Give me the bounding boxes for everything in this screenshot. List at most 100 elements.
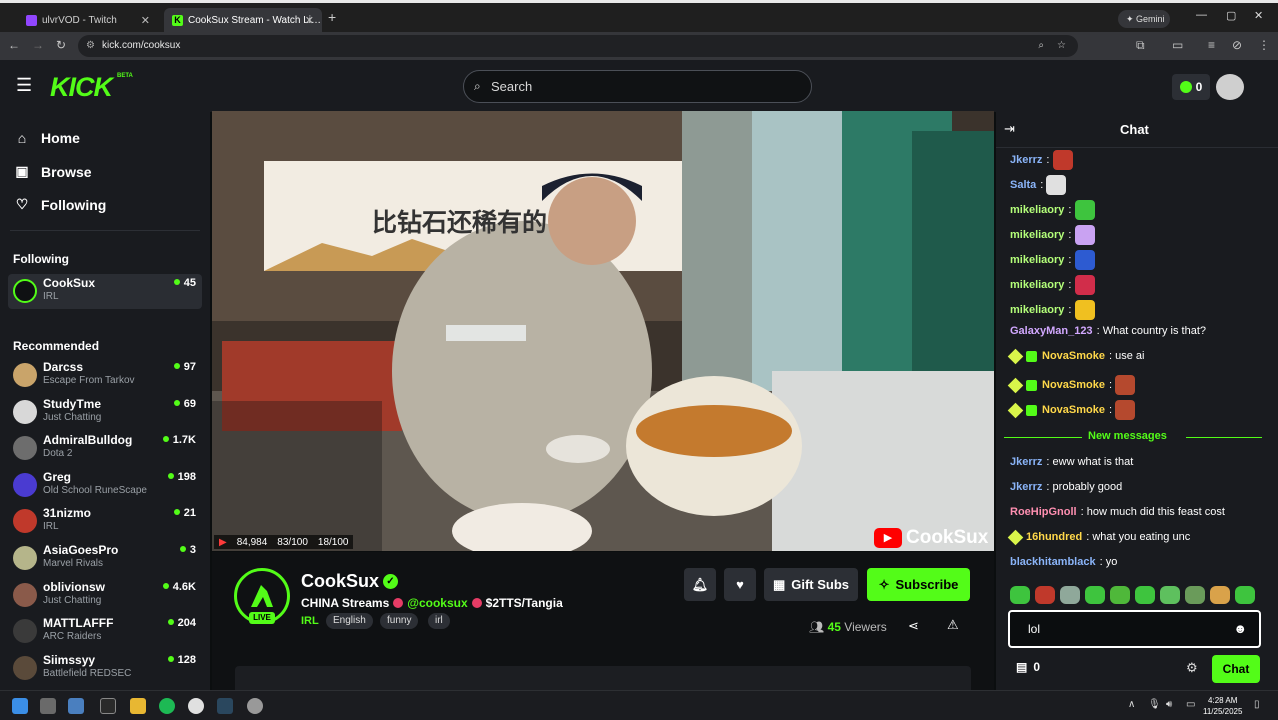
sidebar-channel[interactable]: AdmiralBulldog Dota 2 1.7K [8, 431, 202, 466]
url-field[interactable]: ⚙ kick.com/cooksux ⌕ ☆ [78, 35, 1078, 57]
chat-username[interactable]: mikeliaory [1010, 304, 1064, 316]
menu-dots-icon[interactable]: ⋮ [1258, 38, 1270, 52]
volume-icon[interactable]: 🔊︎ [1166, 699, 1172, 710]
minimize-icon[interactable]: — [1196, 9, 1207, 21]
report-warning-icon[interactable]: ⚠ [947, 617, 959, 633]
nav-following[interactable]: ♡ Following [14, 196, 107, 213]
emote-icon[interactable] [1210, 586, 1230, 604]
profile-icon[interactable]: ⊘ [1232, 38, 1242, 52]
nav-home[interactable]: ⌂ Home [14, 130, 80, 146]
task-view-icon[interactable] [40, 698, 56, 714]
file-explorer-icon[interactable] [130, 698, 146, 714]
maximize-icon[interactable]: ▢ [1226, 9, 1236, 22]
chat-username[interactable]: mikeliaory [1010, 229, 1064, 241]
windows-start-icon[interactable] [12, 698, 28, 714]
zoom-icon[interactable]: ⌕ [1038, 35, 1044, 57]
spotify-icon[interactable] [159, 698, 175, 714]
chat-username[interactable]: NovaSmoke [1042, 379, 1105, 391]
browser-tab-active[interactable]: K CookSux Stream - Watch Li… ✕ [164, 8, 322, 32]
chat-username[interactable]: mikeliaory [1010, 204, 1064, 216]
sidebar-channel[interactable]: Darcss Escape From Tarkov 97 [8, 358, 202, 393]
emote-icon[interactable] [1060, 586, 1080, 604]
search-input[interactable]: ⌕ Search [463, 70, 812, 103]
gift-subs-button[interactable]: ▦ Gift Subs [764, 568, 858, 601]
chat-username[interactable]: 16hundred [1026, 531, 1082, 543]
emote-icon[interactable] [1135, 586, 1155, 604]
close-window-icon[interactable]: ✕ [1254, 9, 1263, 22]
notification-bell-button[interactable]: 🔔︎ [684, 568, 716, 601]
media-icon[interactable]: ≡ [1208, 38, 1215, 52]
app-icon[interactable] [68, 698, 84, 714]
user-avatar[interactable] [1216, 74, 1244, 100]
chat-username[interactable]: Jkerrz [1010, 481, 1042, 493]
app-icon[interactable] [247, 698, 263, 714]
tray-chevron-icon[interactable]: ∧ [1128, 699, 1135, 710]
share-icon[interactable]: ⋖ [908, 618, 919, 634]
chrome-icon[interactable] [188, 698, 204, 714]
follow-heart-button[interactable]: ♥ [724, 568, 756, 601]
emoji-picker-icon[interactable]: ☻ [1233, 612, 1247, 646]
video-player[interactable]: 比钻石还稀有的 ▶ 84,984 83/100 18/100 ▶ CookSux [212, 111, 994, 551]
tag-funny[interactable]: funny [380, 613, 419, 629]
chat-username[interactable]: mikeliaory [1010, 279, 1064, 291]
stream-handle[interactable]: @cooksux [407, 596, 467, 610]
emote-icon[interactable] [1085, 586, 1105, 604]
browser-tab[interactable]: ulvrVOD - Twitch ✕ [18, 8, 158, 32]
collapse-chat-icon[interactable]: ⇥ [1004, 121, 1015, 137]
nav-browse[interactable]: ▣ Browse [14, 163, 91, 180]
emote-icon[interactable] [1160, 586, 1180, 604]
emote-icon[interactable] [1035, 586, 1055, 604]
chat-username[interactable]: Jkerrz [1010, 154, 1042, 166]
chat-settings-gear-icon[interactable]: ⚙ [1186, 660, 1198, 676]
emote-icon[interactable] [1235, 586, 1255, 604]
tag-irl[interactable]: irl [428, 613, 450, 629]
close-tab-icon[interactable]: ✕ [305, 14, 314, 27]
site-info-icon[interactable]: ⚙ [86, 35, 95, 57]
app-icon[interactable] [100, 698, 116, 714]
sidepanel-icon[interactable]: ▭ [1172, 38, 1183, 52]
chat-username[interactable]: Jkerrz [1010, 456, 1042, 468]
forward-icon[interactable]: → [32, 38, 44, 52]
extensions-icon[interactable]: ⧉ [1136, 38, 1145, 53]
sidebar-channel[interactable]: Greg Old School RuneScape 198 [8, 468, 202, 503]
notifications-icon[interactable]: ▯ [1254, 699, 1260, 710]
network-icon[interactable]: ▭ [1186, 699, 1195, 710]
steam-icon[interactable] [217, 698, 233, 714]
subscribe-button[interactable]: ✧ Subscribe [867, 568, 970, 601]
sidebar-channel-cooksux[interactable]: CookSux IRL 45 [8, 274, 202, 309]
new-tab-button[interactable]: + [328, 9, 336, 25]
kick-logo[interactable]: KICK [50, 72, 113, 103]
chat-username[interactable]: blackhitamblack [1010, 556, 1096, 568]
back-icon[interactable]: ← [8, 38, 20, 52]
chat-username[interactable]: NovaSmoke [1042, 404, 1105, 416]
mic-icon[interactable]: 🎙︎ [1148, 699, 1161, 710]
sidebar-channel[interactable]: 31nizmo IRL 21 [8, 504, 202, 539]
system-clock[interactable]: 4:28 AM 11/25/2025 [1203, 695, 1242, 717]
chat-input[interactable]: lol ☻ [1008, 610, 1261, 648]
emote-icon[interactable] [1010, 586, 1030, 604]
sidebar-channel[interactable]: oblivionsw Just Chatting 4.6K [8, 578, 202, 613]
sidebar-channel[interactable]: MATTLAFFF ARC Raiders 204 [8, 614, 202, 649]
hamburger-menu-icon[interactable]: ☰ [16, 75, 32, 96]
chat-username[interactable]: Salta [1010, 179, 1036, 191]
reload-icon[interactable]: ↻ [56, 38, 66, 52]
chat-username[interactable]: GalaxyMan_123 [1010, 325, 1093, 337]
chat-username[interactable]: NovaSmoke [1042, 350, 1105, 362]
bookmark-star-icon[interactable]: ☆ [1057, 35, 1066, 57]
tag-english[interactable]: English [326, 613, 373, 629]
channel-points[interactable]: ▤ 0 [1016, 660, 1040, 674]
emote-icon[interactable] [1185, 586, 1205, 604]
kicks-wallet-button[interactable]: 0 [1172, 74, 1210, 100]
close-tab-icon[interactable]: ✕ [141, 14, 150, 27]
channel-name[interactable]: CookSux [301, 571, 379, 592]
send-chat-button[interactable]: Chat [1212, 655, 1260, 683]
gemini-button[interactable]: ✦ Gemini [1118, 10, 1170, 28]
sidebar-channel[interactable]: Siimssyy Battlefield REDSEC 128 [8, 651, 202, 686]
chat-username[interactable]: RoeHipGnoll [1010, 506, 1077, 518]
new-messages-divider[interactable]: New messages [1004, 430, 1262, 444]
chat-username[interactable]: mikeliaory [1010, 254, 1064, 266]
sidebar-channel[interactable]: StudyTme Just Chatting 69 [8, 395, 202, 430]
stream-category[interactable]: IRL [301, 615, 319, 627]
emote-icon[interactable] [1110, 586, 1130, 604]
sidebar-channel[interactable]: AsiaGoesPro Marvel Rivals 3 [8, 541, 202, 576]
